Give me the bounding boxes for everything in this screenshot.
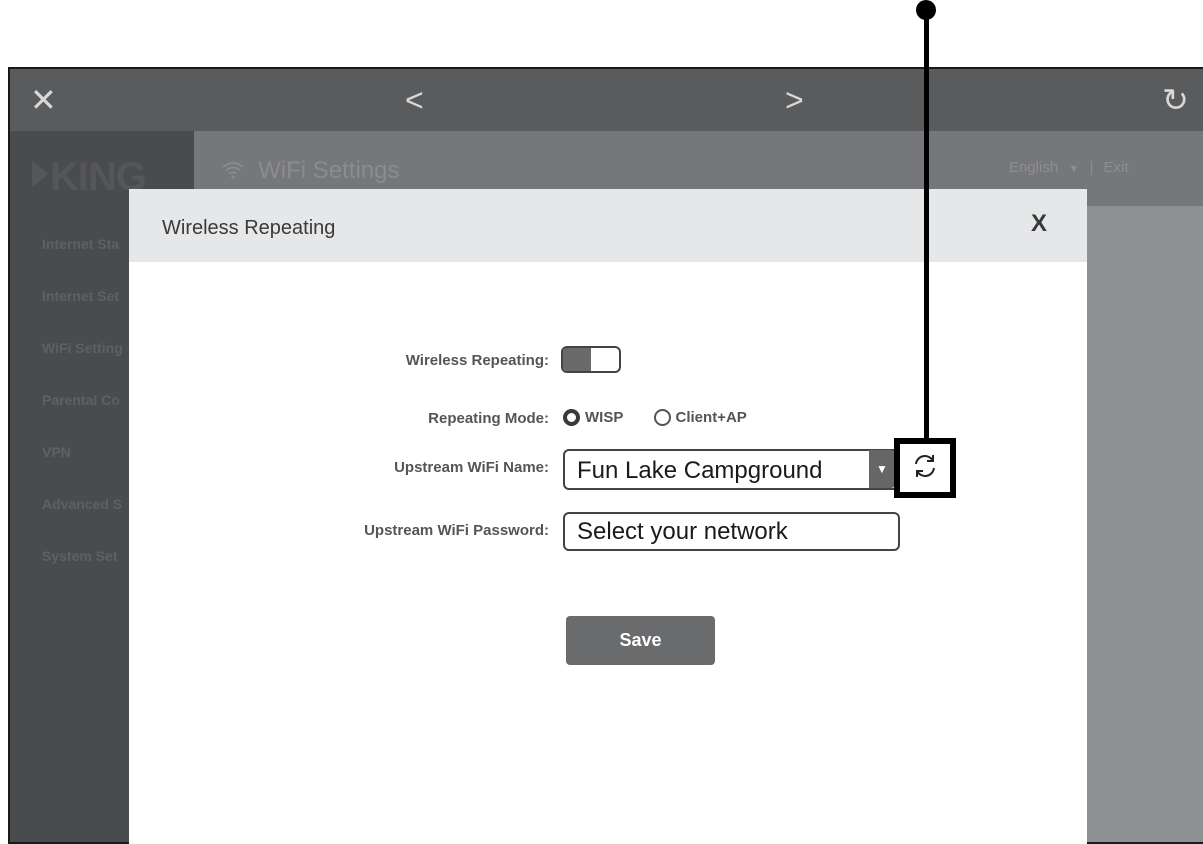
radio-wisp[interactable]: WISP: [563, 409, 623, 426]
sidebar-item-internet-settings[interactable]: Internet Set: [42, 288, 119, 304]
forward-icon[interactable]: >: [785, 69, 804, 131]
reload-icon[interactable]: ↻: [1162, 69, 1189, 131]
dropdown-arrow-icon[interactable]: ▼: [869, 450, 895, 488]
sidebar-item-system-settings[interactable]: System Set: [42, 548, 117, 564]
dialog-close-button[interactable]: X: [1031, 210, 1047, 238]
radio-client-ap[interactable]: Client+AP: [653, 409, 747, 426]
sidebar-item-vpn[interactable]: VPN: [42, 444, 71, 460]
sidebar-item-advanced-settings[interactable]: Advanced S: [42, 496, 122, 512]
radio-wisp-label[interactable]: WISP: [585, 409, 623, 426]
wireless-repeating-label: Wireless Repeating:: [405, 352, 549, 369]
upstream-wifi-password-input[interactable]: [563, 512, 900, 551]
page-title: WiFi Settings: [222, 157, 400, 185]
close-icon[interactable]: ✕: [30, 69, 57, 131]
radio-client-ap-indicator[interactable]: [653, 409, 671, 426]
logo-arrow-icon: [32, 160, 48, 188]
language-caret-icon[interactable]: ▼: [1068, 163, 1079, 175]
language-label[interactable]: English: [1009, 159, 1058, 176]
repeating-mode-label: Repeating Mode:: [428, 410, 549, 427]
dialog-title: Wireless Repeating: [162, 217, 336, 239]
upstream-wifi-password-label: Upstream WiFi Password:: [364, 522, 549, 539]
sidebar-item-parental-controls[interactable]: Parental Co: [42, 392, 120, 408]
repeating-mode-group: WISP Client+AP: [563, 409, 773, 430]
wireless-repeating-toggle[interactable]: [561, 346, 621, 373]
dialog-header: Wireless Repeating X: [129, 189, 1087, 262]
callout-line: [924, 10, 929, 440]
back-icon[interactable]: <: [405, 69, 424, 131]
refresh-networks-button[interactable]: [894, 438, 956, 498]
radio-client-ap-label[interactable]: Client+AP: [676, 409, 747, 426]
upstream-wifi-name-select[interactable]: Fun Lake Campground: [563, 449, 899, 490]
language-selector[interactable]: English ▼ | Exit: [1009, 159, 1129, 176]
wifi-icon: [222, 158, 250, 183]
upstream-wifi-name-label: Upstream WiFi Name:: [394, 459, 549, 476]
sidebar-item-wifi-settings[interactable]: WiFi Setting: [42, 340, 123, 356]
wireless-repeating-dialog: Wireless Repeating X Wireless Repeating:…: [129, 189, 1087, 844]
save-button[interactable]: Save: [566, 616, 715, 665]
browser-toolbar: ✕ < > ↻: [10, 69, 1203, 131]
sidebar-item-internet-status[interactable]: Internet Sta: [42, 236, 119, 252]
toggle-fill: [563, 348, 591, 371]
radio-wisp-indicator[interactable]: [563, 409, 580, 426]
refresh-icon[interactable]: [910, 451, 940, 486]
header-separator: |: [1089, 159, 1094, 176]
exit-link[interactable]: Exit: [1104, 159, 1129, 176]
